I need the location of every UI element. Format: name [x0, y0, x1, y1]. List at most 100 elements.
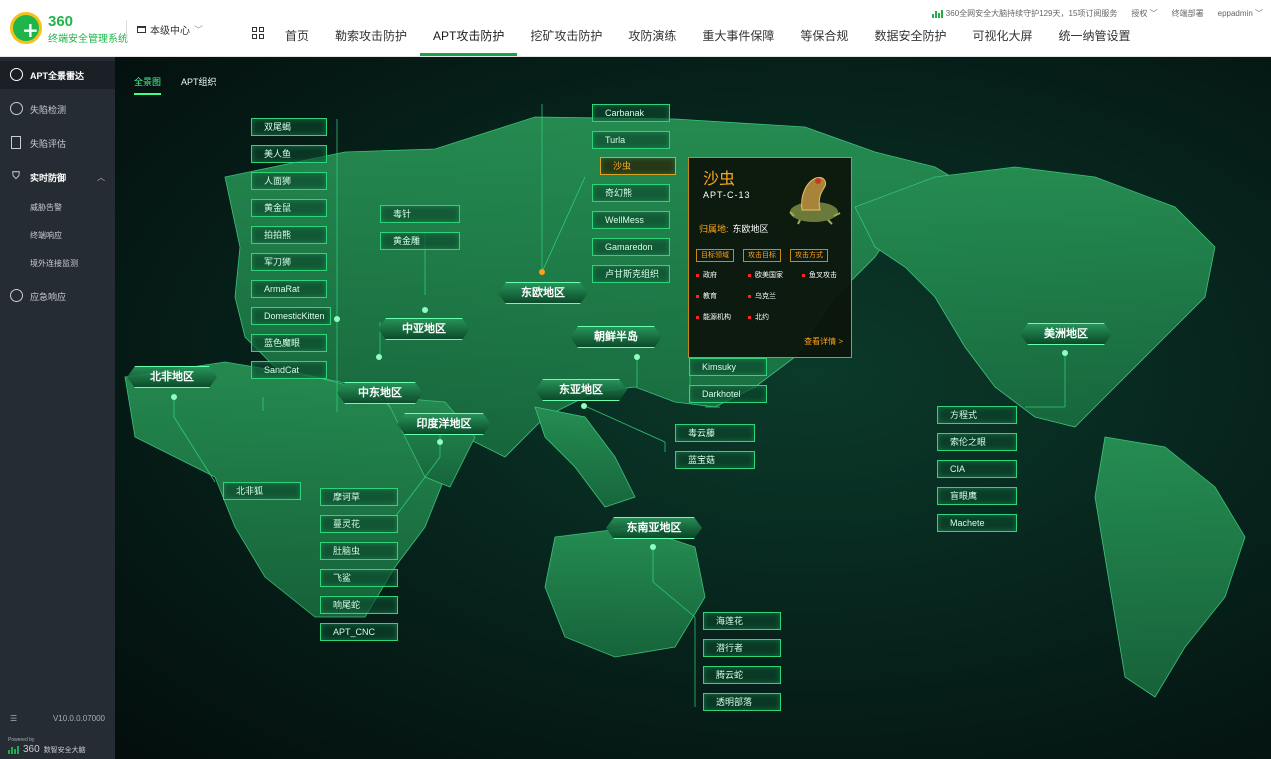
apt-group-badge[interactable]: Gamaredon — [592, 238, 670, 256]
region-north-africa[interactable]: 北非地区 — [127, 366, 217, 388]
apt-map-panel: 全景图 APT组织 双尾蝎美人鱼人面狮黄金鼠拍拍熊军刀狮 ArmaRat Domes… — [115, 57, 1271, 759]
apt-group-badge[interactable]: SandCat — [251, 361, 327, 379]
apt-group-badge[interactable]: 拍拍熊 — [251, 226, 327, 244]
view-details-link[interactable]: 查看详情 > — [804, 336, 843, 347]
tab-target-field[interactable]: 目标领域 — [696, 249, 734, 262]
apt-group-badge[interactable]: 蔓灵花 — [320, 515, 398, 533]
apt-group-badge[interactable]: DomesticKitten — [251, 307, 331, 325]
apt-origin-label: 归属地: — [699, 224, 729, 234]
apt-group-badge[interactable]: Turla — [592, 131, 670, 149]
target-field-item: 能源机构 — [696, 313, 731, 334]
region-middle-east[interactable]: 中东地区 — [337, 382, 423, 404]
sidebar: APT全景雷达 失陷检测 失陷评估 ⛉ 实时防御 ︿ 威胁告警 终端响应 境外连… — [0, 57, 115, 759]
apt-group-badge[interactable]: 肚脑虫 — [320, 542, 398, 560]
apt-origin: 归属地: 东欧地区 — [699, 222, 769, 235]
product-logo[interactable]: + 360 终端安全管理系统 — [10, 12, 128, 46]
sidebar-item-compromise-detect[interactable]: 失陷检测 — [0, 95, 115, 123]
chevron-down-icon: ﹀ — [1149, 9, 1158, 18]
apt-group-badge[interactable]: 飞鲨 — [320, 569, 398, 587]
apt-group-badge[interactable]: 人面狮 — [251, 172, 327, 190]
sidebar-subitem-endpoint-response[interactable]: 终端响应 — [30, 230, 62, 241]
apt-group-badge[interactable]: 盲眼鹰 — [937, 487, 1017, 505]
apt-group-badge[interactable]: 美人鱼 — [251, 145, 327, 163]
user-menu[interactable]: eppadmin ﹀ — [1218, 8, 1263, 19]
nav-major-event[interactable]: 重大事件保障 — [689, 0, 787, 57]
nav-ransomware[interactable]: 勒索攻击防护 — [322, 0, 420, 57]
apt-group-badge[interactable]: WellMess — [592, 211, 670, 229]
apt-group-badge[interactable]: 响尾蛇 — [320, 596, 398, 614]
apt-detail-popup: 沙虫 APT-C-13 归属地: 东欧地区 目标领域 攻击目标 攻击方式 政府 教… — [688, 157, 852, 358]
sidebar-item-realtime-defense[interactable]: ⛉ 实时防御 ︿ — [0, 163, 115, 191]
apt-group-badge[interactable]: 摩诃草 — [320, 488, 398, 506]
apt-group-badge[interactable]: 毒云藤 — [675, 424, 755, 442]
center-icon — [137, 25, 146, 33]
apt-group-badge[interactable]: Kimsuky — [689, 358, 767, 376]
tab-attack-method[interactable]: 攻击方式 — [790, 249, 828, 262]
apps-grid-icon[interactable] — [252, 27, 264, 39]
australia-landmass — [544, 526, 706, 658]
tab-overview[interactable]: 全景图 — [134, 75, 162, 95]
apt-group-badge[interactable]: 索伦之眼 — [937, 433, 1017, 451]
region-east-asia[interactable]: 东亚地区 — [535, 379, 627, 401]
sidebar-item-compromise-assess[interactable]: 失陷评估 — [0, 129, 115, 157]
deploy-link[interactable]: 终端部署 — [1172, 8, 1204, 19]
region-americas[interactable]: 美洲地区 — [1020, 323, 1112, 345]
attack-target-item: 乌克兰 — [748, 292, 783, 313]
nav-home[interactable]: 首页 — [272, 0, 322, 57]
sidebar-item-label: 应急响应 — [30, 291, 67, 302]
region-southeast-asia[interactable]: 东南亚地区 — [606, 517, 702, 539]
apt-group-badge[interactable]: 潜行者 — [703, 639, 781, 657]
tab-attack-target[interactable]: 攻击目标 — [743, 249, 781, 262]
service-status[interactable]: 360全网安全大脑持续守护129天，15项订阅服务 — [931, 8, 1117, 19]
apt-group-badge[interactable]: CIA — [937, 460, 1017, 478]
apt-group-badge[interactable]: 黄金鼠 — [251, 199, 327, 217]
license-menu[interactable]: 授权 ﹀ — [1131, 8, 1157, 19]
apt-group-badge[interactable]: 军刀狮 — [251, 253, 327, 271]
apt-group-badge[interactable]: 蓝宝菇 — [675, 451, 755, 469]
sidebar-subitem-foreign-conn[interactable]: 境外连接监测 — [30, 258, 78, 269]
apt-group-badge[interactable]: ArmaRat — [251, 280, 327, 298]
attack-target-list: 欧美国家 乌克兰 北约 — [748, 271, 783, 334]
sidebar-item-apt-radar[interactable]: APT全景雷达 — [0, 61, 115, 89]
apt-group-badge[interactable]: 毒针 — [380, 205, 460, 223]
radar-icon — [9, 68, 23, 82]
region-central-asia[interactable]: 中亚地区 — [378, 318, 470, 340]
apt-group-badge[interactable]: 腾云蛇 — [703, 666, 781, 684]
nav-apt[interactable]: APT攻击防护 — [420, 0, 518, 57]
apt-group-badge[interactable]: Darkhotel — [689, 385, 767, 403]
apt-group-badge[interactable]: 方程式 — [937, 406, 1017, 424]
apt-group-badge[interactable]: 双尾蝎 — [251, 118, 327, 136]
region-east-europe[interactable]: 东欧地区 — [498, 282, 588, 304]
sidebar-item-emergency[interactable]: 应急响应 — [0, 282, 115, 310]
apt-group-badge[interactable]: 蓝色魔眼 — [251, 334, 327, 352]
target-field-item: 教育 — [696, 292, 731, 313]
signal-icon — [931, 9, 943, 18]
sidebar-item-label: 失陷评估 — [30, 138, 67, 149]
south-america-landmass — [1094, 436, 1246, 698]
apt-group-badge[interactable]: APT_CNC — [320, 623, 398, 641]
apt-group-badge[interactable]: 卢甘斯克组织 — [592, 265, 670, 283]
apt-group-badge[interactable]: 透明部落 — [703, 693, 781, 711]
apt-group-badge[interactable]: 北非狐 — [223, 482, 301, 500]
apt-group-badge[interactable]: 海莲花 — [703, 612, 781, 630]
version-bar: ☰ V10.0.0.07000 — [10, 714, 105, 723]
apt-group-badge[interactable]: Carbanak — [592, 104, 670, 122]
nav-mining[interactable]: 挖矿攻击防护 — [517, 0, 615, 57]
apt-group-badge[interactable]: 沙虫 — [600, 157, 676, 175]
nav-drill[interactable]: 攻防演练 — [615, 0, 689, 57]
apt-group-badge[interactable]: Machete — [937, 514, 1017, 532]
region-korea[interactable]: 朝鲜半岛 — [570, 326, 662, 348]
sidebar-subitem-threat-alert[interactable]: 威胁告警 — [30, 202, 62, 213]
apt-group-badge[interactable]: 黄金雕 — [380, 232, 460, 250]
tab-apt-orgs[interactable]: APT组织 — [181, 75, 217, 95]
region-indian-ocean[interactable]: 印度洋地区 — [397, 413, 491, 435]
sandworm-mascot-icon — [789, 177, 841, 225]
nav-compliance[interactable]: 等保合规 — [787, 0, 861, 57]
chevron-down-icon: ﹀ — [194, 24, 204, 35]
collapse-icon[interactable]: ☰ — [10, 714, 17, 723]
center-selector[interactable]: 本级中心 ﹀ — [126, 20, 203, 38]
target-field-item: 政府 — [696, 271, 731, 292]
apt-group-badge[interactable]: 奇幻熊 — [592, 184, 670, 202]
attack-method-item: 鱼叉攻击 — [802, 271, 837, 292]
chevron-down-icon: ﹀ — [1255, 9, 1263, 18]
